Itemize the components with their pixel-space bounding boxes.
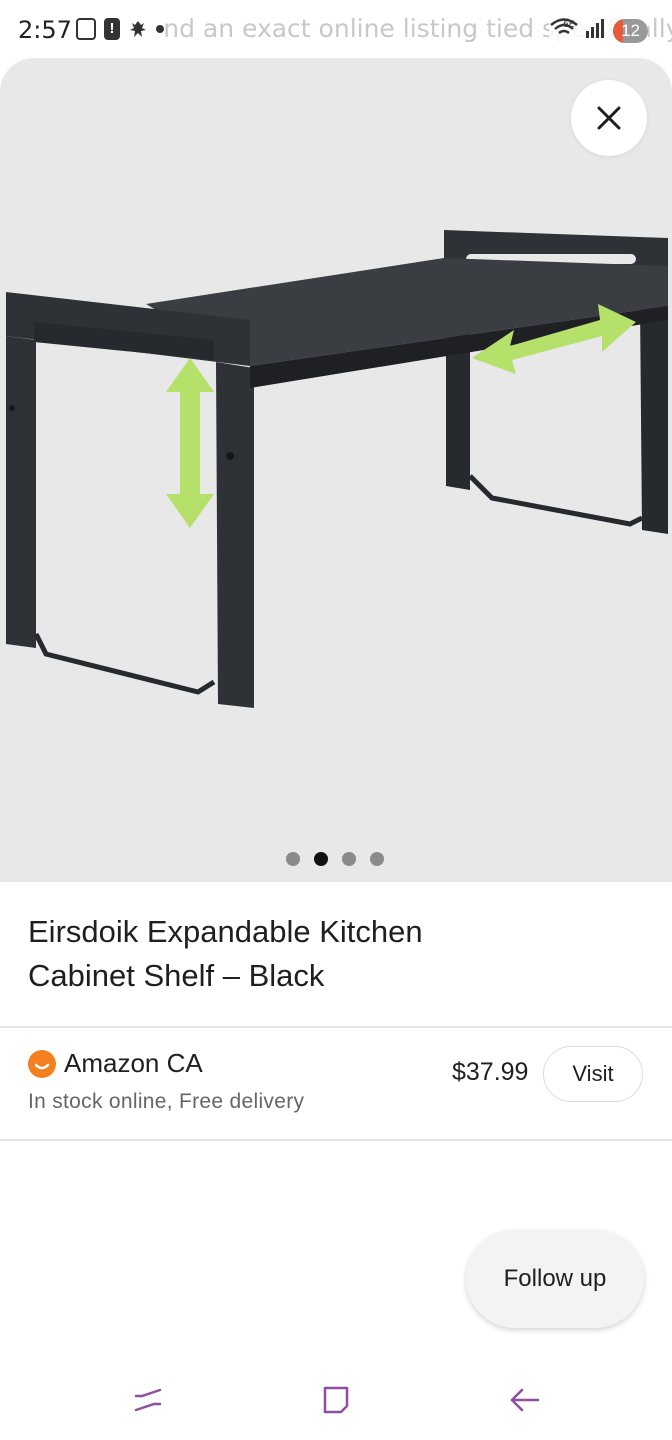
signal-icon <box>585 17 607 44</box>
system-icons: 6E 12 <box>549 16 648 45</box>
close-button[interactable] <box>571 80 647 156</box>
screenshot-icon <box>76 18 96 40</box>
pager-dot-4[interactable] <box>370 852 384 866</box>
status-bar: I couldn't find an exact online listing … <box>0 0 672 62</box>
product-image-gallery[interactable] <box>0 58 672 882</box>
notification-icons: ! <box>76 18 164 40</box>
product-title-line1: Eirsdoik Expandable Kitchen <box>28 914 423 949</box>
follow-up-button[interactable]: Follow up <box>466 1230 644 1328</box>
battery-icon: 12 <box>613 18 648 43</box>
offer-row[interactable]: Amazon CA In stock online, Free delivery… <box>0 1028 672 1140</box>
home-icon[interactable] <box>316 1380 356 1420</box>
pager-dot-1[interactable] <box>286 852 300 866</box>
pager-dot-3[interactable] <box>342 852 356 866</box>
navigation-bar <box>0 1360 672 1440</box>
bug-icon <box>128 18 148 40</box>
visit-button[interactable]: Visit <box>543 1046 643 1102</box>
product-title-line2: Cabinet Shelf – Black <box>28 958 325 993</box>
status-time: 2:57 <box>18 16 76 44</box>
battery-level: 12 <box>621 20 640 40</box>
product-image <box>6 230 668 708</box>
recents-icon[interactable] <box>128 1380 168 1420</box>
divider <box>0 1139 672 1141</box>
pager-dot-2[interactable] <box>314 852 328 866</box>
gallery-pager[interactable] <box>286 852 384 866</box>
product-title: Eirsdoik Expandable Kitchen Cabinet Shel… <box>28 910 468 998</box>
more-notifications-icon <box>156 25 164 33</box>
amazon-logo-icon <box>28 1050 56 1078</box>
seller-name: Amazon CA <box>64 1048 203 1078</box>
price: $37.99 <box>452 1058 529 1086</box>
availability-text: In stock online, Free delivery <box>28 1090 305 1113</box>
back-icon[interactable] <box>504 1380 544 1420</box>
wifi-icon: 6E <box>549 16 579 45</box>
network-label: 6E <box>563 20 575 30</box>
alert-icon: ! <box>104 18 120 40</box>
close-icon <box>597 106 621 130</box>
